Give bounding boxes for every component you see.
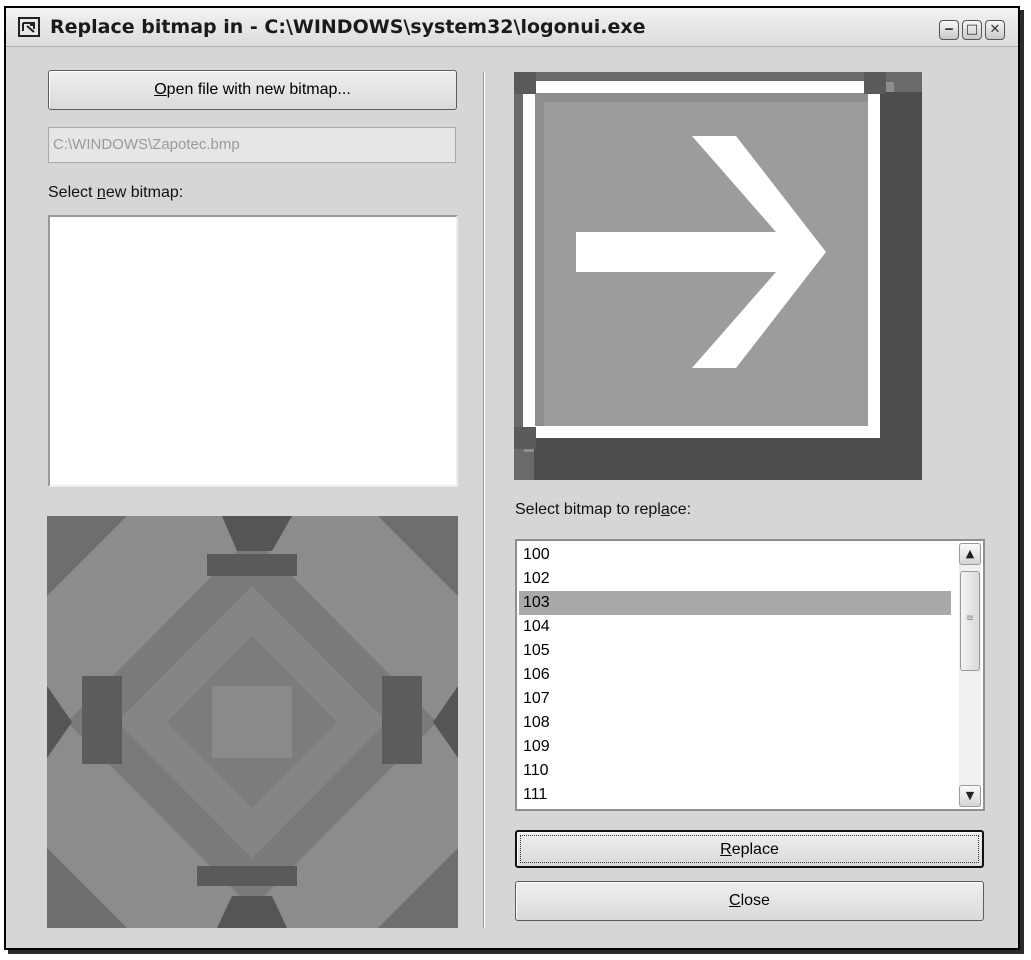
maximize-button[interactable]: □ [962, 20, 982, 40]
bitmap-id-listbox[interactable]: 100 102 103 104 105 106 107 108 109 110 111 ▲ ≡ ▼ [515, 539, 985, 811]
list-item[interactable]: 104 [519, 615, 951, 639]
bitmap-preview-image [514, 72, 922, 480]
arrow-right-icon [514, 72, 922, 480]
open-file-button[interactable]: Open file with new bitmap... [48, 70, 457, 110]
list-item[interactable]: 100 [519, 543, 951, 567]
scrollbar-thumb[interactable]: ≡ [960, 571, 980, 671]
select-replace-mnemonic: a [660, 501, 670, 518]
close-button[interactable]: Close [515, 881, 984, 921]
replace-label: eplace [731, 841, 779, 858]
list-item[interactable]: 110 [519, 759, 951, 783]
list-item[interactable]: 103 [519, 591, 951, 615]
select-replace-label-post: ce: [669, 501, 692, 518]
list-item[interactable]: 111 [519, 783, 951, 807]
close-mnemonic: C [729, 892, 741, 909]
zapotec-pattern-image [47, 516, 458, 928]
chevron-down-icon[interactable]: ▼ [959, 785, 981, 807]
window-title: Replace bitmap in - C:\WINDOWS\system32\… [50, 16, 646, 38]
chevron-up-icon[interactable]: ▲ [959, 543, 981, 565]
vertical-divider [483, 72, 485, 928]
title-bar[interactable]: Replace bitmap in - C:\WINDOWS\system32\… [6, 8, 1018, 47]
new-bitmap-list[interactable] [48, 215, 458, 487]
list-item[interactable]: 102 [519, 567, 951, 591]
list-item[interactable]: 107 [519, 687, 951, 711]
replace-bitmap-dialog: Replace bitmap in - C:\WINDOWS\system32\… [4, 6, 1020, 950]
select-new-bitmap-label: Select new bitmap: [48, 184, 183, 202]
select-replace-bitmap-label: Select bitmap to replace: [515, 501, 691, 519]
select-new-mnemonic: n [96, 184, 106, 201]
open-file-mnemonic: O [154, 81, 167, 98]
minimize-button[interactable]: ‒ [939, 20, 959, 40]
list-item[interactable]: 105 [519, 639, 951, 663]
replace-mnemonic: R [720, 841, 732, 858]
close-label: lose [740, 892, 770, 909]
list-item[interactable]: 108 [519, 711, 951, 735]
select-new-label-pre: Select [48, 184, 97, 201]
open-file-label: pen file with new bitmap... [166, 81, 351, 98]
bitmap-id-list: 100 102 103 104 105 106 107 108 109 110 111 [519, 543, 951, 807]
list-item[interactable]: 109 [519, 735, 951, 759]
listbox-scrollbar[interactable]: ▲ ≡ ▼ [959, 543, 981, 807]
close-window-button[interactable]: ✕ [985, 20, 1005, 40]
app-icon [18, 17, 40, 37]
select-replace-label-pre: Select bitmap to repl [515, 501, 661, 518]
file-path-field: C:\WINDOWS\Zapotec.bmp [48, 127, 456, 163]
replace-button[interactable]: Replace [515, 830, 984, 868]
list-item[interactable]: 106 [519, 663, 951, 687]
select-new-label-post: ew bitmap: [105, 184, 184, 201]
